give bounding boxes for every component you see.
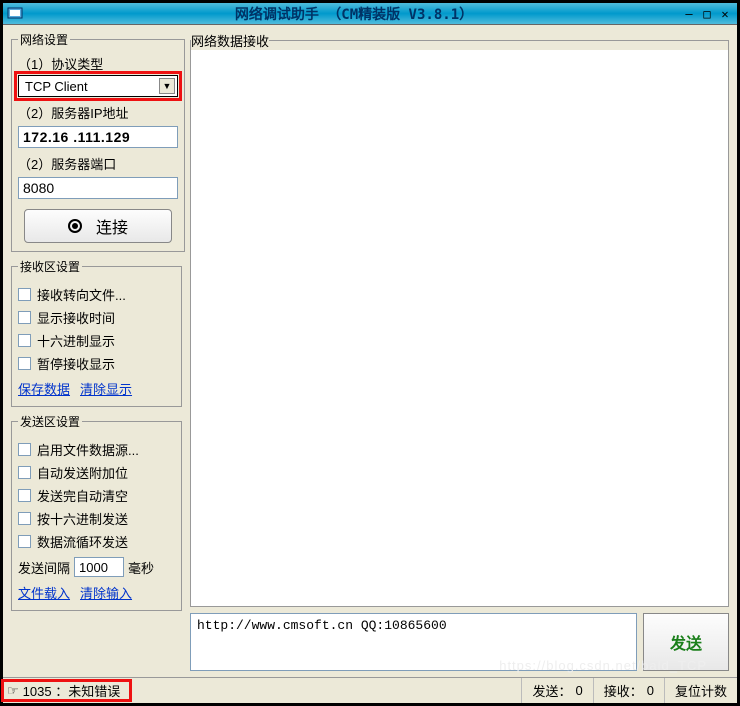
status-recv-cell: 接收： 0: [593, 678, 664, 703]
titlebar: 网络调试助手 （CM精装版 V3.8.1） – □ ✕: [3, 3, 737, 25]
recv-data-textarea[interactable]: [191, 50, 728, 606]
pause-recv-checkbox[interactable]: [18, 357, 31, 370]
save-data-link[interactable]: 保存数据: [18, 379, 70, 398]
server-ip-input[interactable]: [18, 126, 178, 148]
network-settings-legend: 网络设置: [18, 31, 70, 48]
window-title: 网络调试助手 （CM精装版 V3.8.1）: [27, 4, 681, 24]
maximize-button[interactable]: □: [699, 7, 715, 21]
main-area: 网络数据接收 http://www.cmsoft.cn QQ:10865600 …: [186, 25, 737, 675]
recv-data-legend: 网络数据接收: [191, 31, 269, 50]
reset-counter-label: 复位计数: [675, 681, 727, 700]
send-textarea[interactable]: http://www.cmsoft.cn QQ:10865600: [190, 613, 637, 671]
connect-button[interactable]: 连接: [24, 209, 172, 243]
enable-file-source-checkbox[interactable]: [18, 443, 31, 456]
recv-data-group: 网络数据接收: [190, 31, 729, 607]
auto-send-extra-label: 自动发送附加位: [37, 463, 128, 482]
loop-send-label: 数据流循环发送: [37, 532, 128, 551]
hex-display-checkbox[interactable]: [18, 334, 31, 347]
status-recv-label: 接收：: [604, 681, 643, 700]
recv-settings-legend: 接收区设置: [18, 258, 82, 275]
close-button[interactable]: ✕: [717, 7, 733, 21]
show-recv-time-checkbox[interactable]: [18, 311, 31, 324]
pause-recv-label: 暂停接收显示: [37, 354, 115, 373]
send-interval-suffix: 毫秒: [128, 558, 154, 577]
network-settings-group: 网络设置 （1）协议类型 TCP Client ▼ （2）服务器IP地址 （2）…: [11, 31, 185, 252]
enable-file-source-label: 启用文件数据源...: [37, 440, 139, 459]
status-bar: ☞ 1035 ：未知错误 发送： 0 接收： 0 复位计数: [3, 677, 737, 703]
app-icon: [7, 6, 23, 22]
status-error-text: 1035 ：未知错误: [23, 681, 121, 700]
show-recv-time-label: 显示接收时间: [37, 308, 115, 327]
minimize-button[interactable]: –: [681, 7, 697, 21]
protocol-type-value: TCP Client: [25, 79, 88, 94]
status-send-cell: 发送： 0: [521, 678, 592, 703]
auto-send-extra-checkbox[interactable]: [18, 466, 31, 479]
load-file-link[interactable]: 文件载入: [18, 583, 70, 602]
status-recv-count: 0: [647, 683, 654, 698]
hand-icon: ☞: [7, 683, 19, 699]
hex-display-label: 十六进制显示: [37, 331, 115, 350]
send-settings-legend: 发送区设置: [18, 413, 82, 430]
status-error: ☞ 1035 ：未知错误: [3, 681, 130, 700]
send-interval-input[interactable]: [74, 557, 124, 577]
reset-counter-button[interactable]: 复位计数: [664, 678, 737, 703]
server-port-label: （2）服务器端口: [18, 154, 178, 173]
protocol-type-combo[interactable]: TCP Client ▼: [18, 75, 178, 97]
loop-send-checkbox[interactable]: [18, 535, 31, 548]
send-as-hex-checkbox[interactable]: [18, 512, 31, 525]
clear-display-link[interactable]: 清除显示: [80, 379, 132, 398]
send-interval-prefix: 发送间隔: [18, 558, 70, 577]
chevron-down-icon: ▼: [159, 78, 175, 94]
server-port-input[interactable]: [18, 177, 178, 199]
server-ip-label: （2）服务器IP地址: [18, 103, 178, 122]
sidebar: 网络设置 （1）协议类型 TCP Client ▼ （2）服务器IP地址 （2）…: [3, 25, 186, 675]
auto-clear-after-send-checkbox[interactable]: [18, 489, 31, 502]
send-button[interactable]: 发送: [643, 613, 729, 671]
status-send-count: 0: [576, 683, 583, 698]
send-as-hex-label: 按十六进制发送: [37, 509, 128, 528]
auto-clear-after-send-label: 发送完自动清空: [37, 486, 128, 505]
status-send-label: 发送：: [532, 681, 571, 700]
connect-button-label: 连接: [96, 214, 128, 238]
recv-to-file-label: 接收转向文件...: [37, 285, 126, 304]
bullet-icon: [68, 219, 82, 233]
send-settings-group: 发送区设置 启用文件数据源... 自动发送附加位 发送完自动清空 按十六进制发送…: [11, 413, 182, 611]
clear-input-link[interactable]: 清除输入: [80, 583, 132, 602]
recv-settings-group: 接收区设置 接收转向文件... 显示接收时间 十六进制显示 暂停接收显示 保存数…: [11, 258, 182, 407]
recv-to-file-checkbox[interactable]: [18, 288, 31, 301]
protocol-type-label: （1）协议类型: [18, 54, 178, 73]
